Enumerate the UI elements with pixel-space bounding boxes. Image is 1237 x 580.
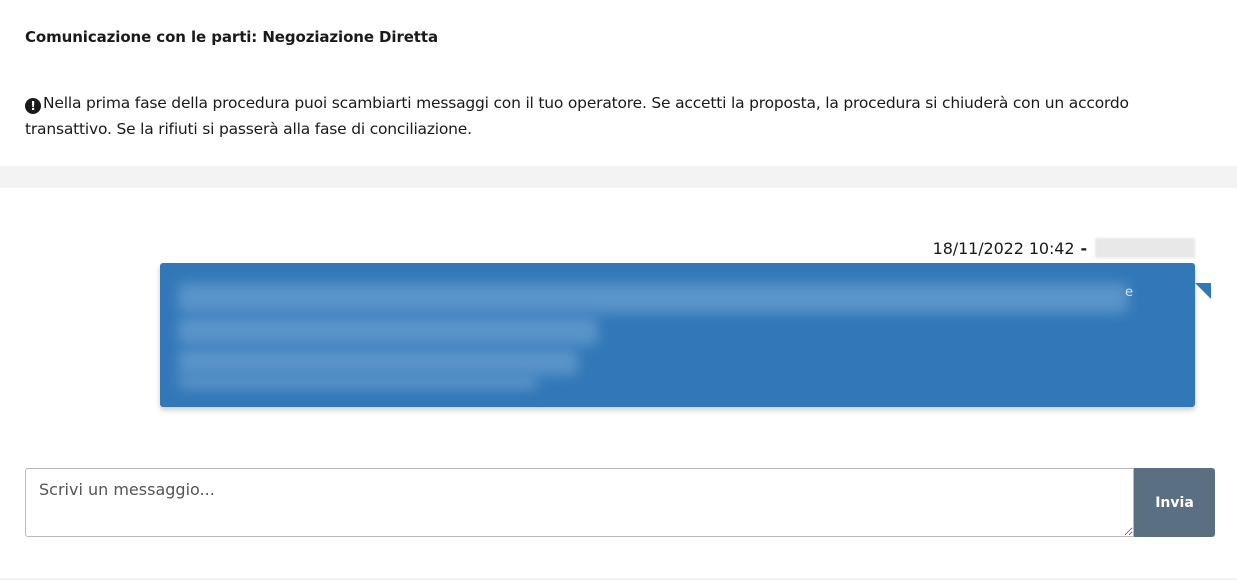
meta-separator: - [1080, 238, 1087, 258]
message-composer: Invia [25, 468, 1215, 537]
info-message-text: Nella prima fase della procedura puoi sc… [25, 94, 1129, 138]
message-text-fragment: e [1125, 285, 1133, 300]
info-panel: Comunicazione con le parti: Negoziazione… [0, 0, 1237, 166]
message-bubble: e [160, 263, 1211, 407]
exclamation-circle-icon: ! [25, 98, 41, 114]
message-meta: 18/11/2022 10:42 - [933, 238, 1195, 258]
chat-panel: 18/11/2022 10:42 - e Invia [0, 188, 1237, 578]
message-input[interactable] [25, 468, 1134, 537]
bubble-tail [1195, 283, 1211, 299]
page-title: Comunicazione con le parti: Negoziazione… [25, 28, 438, 46]
info-message: ! Nella prima fase della procedura puoi s… [25, 90, 1220, 142]
redacted-message-body [178, 279, 1128, 391]
redacted-sender-name [1095, 238, 1195, 258]
message-timestamp: 18/11/2022 10:42 [932, 238, 1075, 258]
send-button[interactable]: Invia [1134, 468, 1215, 537]
